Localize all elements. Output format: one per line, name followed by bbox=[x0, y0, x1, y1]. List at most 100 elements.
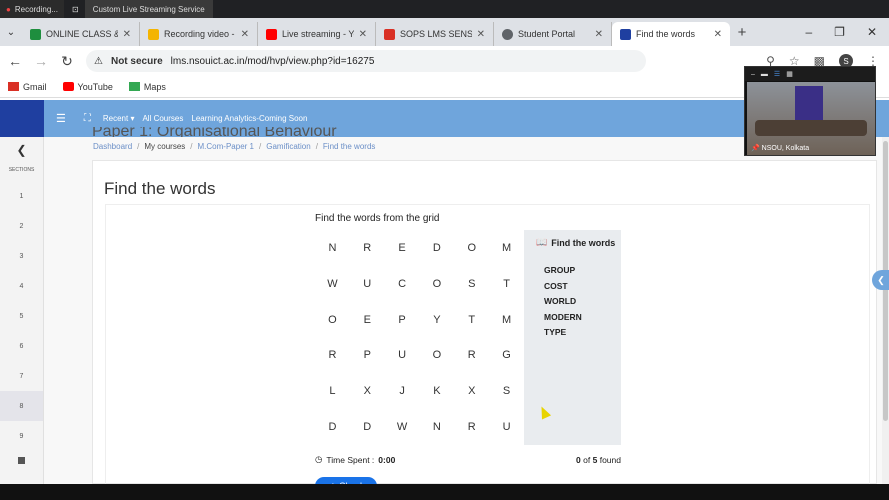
grid-cell[interactable]: G bbox=[489, 337, 524, 373]
close-window-icon[interactable]: ✕ bbox=[867, 25, 877, 39]
grid-cell[interactable]: O bbox=[419, 337, 454, 373]
page-scrollbar[interactable] bbox=[882, 137, 889, 484]
grid-cell[interactable]: O bbox=[419, 266, 454, 302]
section-9[interactable]: 9 bbox=[0, 421, 43, 451]
grid-cell[interactable]: W bbox=[385, 409, 420, 445]
grid-cell[interactable]: M bbox=[489, 302, 524, 338]
grid-cell[interactable]: U bbox=[350, 266, 385, 302]
letter-grid[interactable]: NREDOMWUCOSTOEPYTMRPUORGLXJKXSDDWNRU bbox=[315, 230, 524, 445]
grid-cell[interactable]: E bbox=[350, 302, 385, 338]
close-icon[interactable]: ✕ bbox=[123, 29, 131, 40]
grid-cell[interactable]: L bbox=[315, 373, 350, 409]
fullscreen-icon[interactable]: ⛶ bbox=[84, 113, 91, 124]
grid-cell[interactable]: U bbox=[489, 409, 524, 445]
grid-cell[interactable]: P bbox=[350, 337, 385, 373]
restore-icon[interactable]: ❐ bbox=[834, 25, 845, 39]
grid-cell[interactable]: R bbox=[315, 337, 350, 373]
book-icon: 📖 bbox=[536, 237, 548, 247]
hamburger-menu-icon[interactable]: ☰ bbox=[56, 112, 66, 125]
new-tab-plus-icon[interactable]: + bbox=[730, 24, 754, 41]
grid-cell[interactable]: T bbox=[489, 266, 524, 302]
tab-student-portal[interactable]: Student Portal ✕ bbox=[494, 22, 612, 46]
section-6[interactable]: 6 bbox=[0, 331, 43, 361]
breadcrumb-my-courses[interactable]: My courses bbox=[144, 142, 185, 151]
list-icon[interactable]: ☰ bbox=[774, 70, 780, 78]
tab-online-class[interactable]: ONLINE CLASS & ✕ bbox=[22, 22, 140, 46]
section-5[interactable]: 5 bbox=[0, 301, 43, 331]
tab-search-chevron-icon[interactable]: ⌄ bbox=[0, 27, 22, 38]
grid-cell[interactable]: N bbox=[315, 230, 350, 266]
tab-recording-video[interactable]: Recording video - ✕ bbox=[140, 22, 258, 46]
game-footer: ◷ Time Spent : 0:00 0 of 5 found bbox=[315, 454, 621, 465]
section-8[interactable]: 8 bbox=[0, 391, 43, 421]
minimize-icon[interactable]: – bbox=[805, 25, 812, 39]
back-arrow-icon[interactable]: ← bbox=[8, 53, 22, 69]
grid-cell[interactable]: R bbox=[454, 409, 489, 445]
nav-recent[interactable]: Recent ▾ bbox=[103, 114, 135, 123]
gmail-icon bbox=[384, 28, 395, 40]
grid-cell[interactable]: D bbox=[419, 230, 454, 266]
grid-cell[interactable]: Y bbox=[419, 302, 454, 338]
grid-cell[interactable]: S bbox=[489, 373, 524, 409]
grid-cell[interactable]: X bbox=[350, 373, 385, 409]
video-label: 📌 NSOU, Kolkata bbox=[751, 145, 810, 152]
breadcrumb-dashboard[interactable]: Dashboard bbox=[93, 142, 132, 151]
word-list: GROUP COST WORLD MODERN TYPE bbox=[544, 265, 582, 343]
close-icon[interactable]: ✕ bbox=[359, 29, 367, 40]
close-icon[interactable]: ✕ bbox=[477, 29, 485, 40]
nsou-logo[interactable]: U bbox=[0, 100, 44, 173]
grid-cell[interactable]: S bbox=[454, 266, 489, 302]
grid-cell[interactable]: O bbox=[454, 230, 489, 266]
grid-cell[interactable]: R bbox=[454, 337, 489, 373]
grid-cell[interactable]: K bbox=[419, 373, 454, 409]
nav-learning-analytics[interactable]: Learning Analytics-Coming Soon bbox=[191, 114, 307, 123]
grid-cell[interactable]: J bbox=[385, 373, 420, 409]
grid-cell[interactable]: T bbox=[454, 302, 489, 338]
grid-cell[interactable]: D bbox=[350, 409, 385, 445]
breadcrumb-course[interactable]: M.Com-Paper 1 bbox=[198, 142, 254, 151]
url-text[interactable]: lms.nsouict.ac.in/mod/hvp/view.php?id=16… bbox=[171, 56, 375, 67]
minimize-icon[interactable]: – bbox=[751, 71, 755, 78]
grid-cell[interactable]: M bbox=[489, 230, 524, 266]
bookmark-gmail[interactable]: Gmail bbox=[8, 82, 47, 92]
section-1[interactable]: 1 bbox=[0, 181, 43, 211]
grid-cell[interactable]: E bbox=[385, 230, 420, 266]
close-icon[interactable]: ✕ bbox=[595, 29, 603, 40]
grid-cell[interactable]: P bbox=[385, 302, 420, 338]
reload-icon[interactable]: ↻ bbox=[60, 53, 74, 70]
clock-icon: ◷ bbox=[315, 454, 323, 464]
grid-cell[interactable]: C bbox=[385, 266, 420, 302]
bookmark-label: YouTube bbox=[77, 81, 113, 92]
section-2[interactable]: 2 bbox=[0, 211, 43, 241]
grid-cell[interactable]: O bbox=[315, 302, 350, 338]
nsou-icon bbox=[620, 28, 631, 40]
grid-cell[interactable]: W bbox=[315, 266, 350, 302]
bookmark-maps[interactable]: Maps bbox=[128, 82, 166, 92]
url-field[interactable]: ⚠ Not secure lms.nsouict.ac.in/mod/hvp/v… bbox=[86, 50, 646, 72]
tab-find-the-words[interactable]: Find the words ✕ bbox=[612, 22, 730, 46]
tab-live-streaming[interactable]: Live streaming - Yo ✕ bbox=[258, 22, 376, 46]
grid-cell[interactable]: R bbox=[350, 230, 385, 266]
bookmark-youtube[interactable]: YouTube bbox=[62, 81, 113, 92]
forward-arrow-icon[interactable]: → bbox=[34, 53, 48, 69]
grid-cell[interactable]: U bbox=[385, 337, 420, 373]
section-4[interactable]: 4 bbox=[0, 271, 43, 301]
grid-cell[interactable]: D bbox=[315, 409, 350, 445]
square-icon[interactable] bbox=[0, 457, 43, 464]
tab-sops-lms[interactable]: SOPS LMS SENSIT ✕ bbox=[376, 22, 494, 46]
section-3[interactable]: 3 bbox=[0, 241, 43, 271]
nav-all-courses[interactable]: All Courses bbox=[142, 114, 183, 123]
section-7[interactable]: 7 bbox=[0, 361, 43, 391]
grid-cell[interactable]: N bbox=[419, 409, 454, 445]
close-icon[interactable]: ✕ bbox=[714, 29, 722, 40]
word-list-header: 📖 Find the words bbox=[536, 237, 615, 248]
layout-icon[interactable]: ▬ bbox=[761, 71, 768, 78]
grid-cell[interactable]: X bbox=[454, 373, 489, 409]
breadcrumb-gamification[interactable]: Gamification bbox=[266, 142, 310, 151]
breadcrumb-find-the-words[interactable]: Find the words bbox=[323, 142, 375, 151]
video-overlay[interactable]: – ▬ ☰ ▦ 📌 NSOU, Kolkata bbox=[744, 66, 876, 156]
close-icon[interactable]: ✕ bbox=[241, 29, 249, 40]
drawer-toggle-chevron-icon[interactable]: ❮ bbox=[872, 270, 889, 290]
grid-icon[interactable]: ▦ bbox=[786, 70, 793, 78]
chevron-left-icon[interactable]: ❮ bbox=[0, 137, 43, 163]
